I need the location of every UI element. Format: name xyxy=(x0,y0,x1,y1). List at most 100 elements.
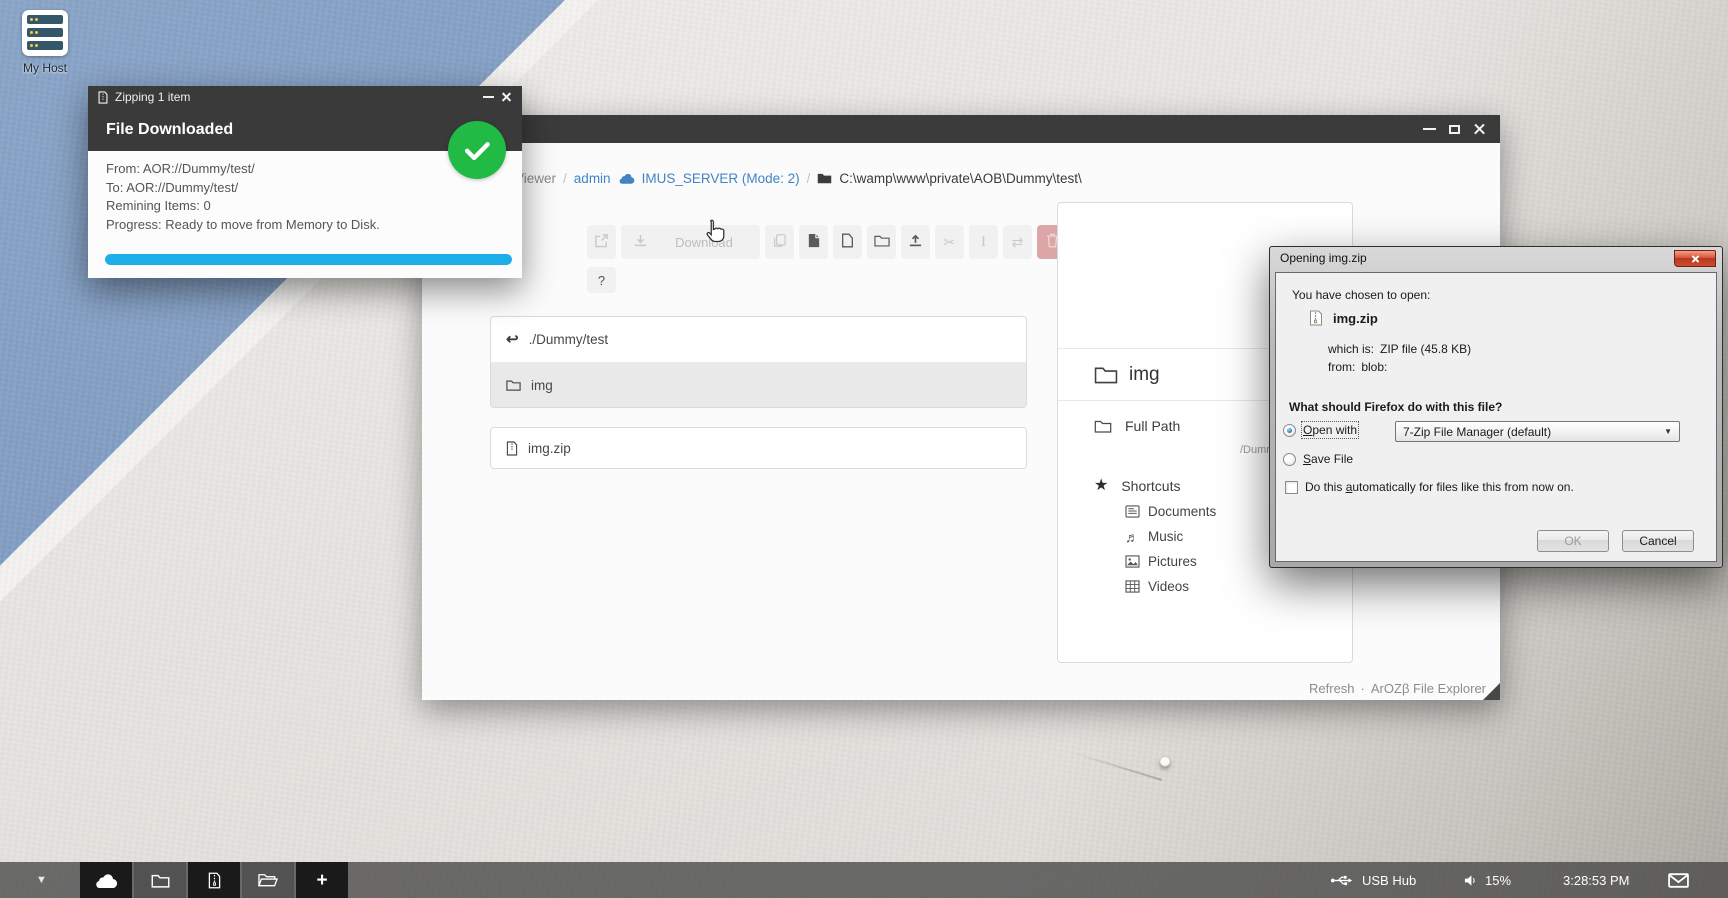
folder-icon xyxy=(817,172,832,184)
cut-button[interactable]: ✂ xyxy=(935,225,964,259)
taskbar-clock[interactable]: 3:28:53 PM xyxy=(1563,862,1630,898)
shortcut-label: Music xyxy=(1148,529,1183,544)
open-with-radio[interactable] xyxy=(1283,424,1296,437)
swap-button[interactable]: ⇄ xyxy=(1003,225,1032,259)
explorer-titlebar[interactable] xyxy=(422,115,1500,143)
paste-button[interactable] xyxy=(799,225,828,259)
filetype-label: which is: xyxy=(1328,342,1374,356)
help-button[interactable]: ? xyxy=(587,267,616,293)
desktop-icon-my-host[interactable]: My Host xyxy=(12,10,78,75)
list-item-parent-dir[interactable]: ↩ ./Dummy/test xyxy=(491,317,1026,362)
breadcrumb: Viewer / admin IMUS_SERVER (Mode: 2) / C… xyxy=(422,160,1500,196)
dialog-filetype-row: which is:ZIP file (45.8 KB) xyxy=(1328,342,1471,356)
folder-icon xyxy=(1094,365,1118,384)
close-icon[interactable] xyxy=(1674,250,1716,267)
taskbar-expand-button[interactable]: ▼ xyxy=(36,862,47,898)
taskbar-app-file-explorer[interactable] xyxy=(242,862,294,898)
documents-icon xyxy=(1124,505,1140,518)
taskbar-app-cloud[interactable] xyxy=(80,862,132,898)
maximize-icon[interactable] xyxy=(1449,125,1460,134)
do-automatically-row[interactable]: Do this automatically for files like thi… xyxy=(1285,480,1574,494)
chevron-down-icon: ▼ xyxy=(1664,427,1672,436)
text-cursor-icon: I xyxy=(981,234,986,251)
taskbar-app-folder[interactable] xyxy=(134,862,186,898)
taskbar-app-zip[interactable] xyxy=(188,862,240,898)
shortcut-label: Pictures xyxy=(1148,554,1197,569)
zip-remaining-line: Remining Items: 0 xyxy=(106,197,504,216)
resize-handle[interactable] xyxy=(1483,683,1500,700)
do-automatically-label: Do this automatically for files like thi… xyxy=(1305,480,1574,494)
source-value: blob: xyxy=(1361,360,1387,374)
taskbar: ▼ + USB Hub xyxy=(0,862,1728,898)
save-file-radio[interactable] xyxy=(1283,453,1296,466)
envelope-icon xyxy=(1668,873,1689,888)
file-list-zip: img.zip xyxy=(490,427,1027,469)
taskbar-app-add[interactable]: + xyxy=(296,862,348,898)
progress-bar-fill xyxy=(105,254,512,265)
application-select-value: 7-Zip File Manager (default) xyxy=(1403,425,1551,439)
new-file-icon xyxy=(841,233,854,251)
ok-button[interactable]: OK xyxy=(1537,530,1609,552)
do-automatically-checkbox[interactable] xyxy=(1285,481,1298,494)
external-link-icon xyxy=(594,233,609,251)
zip-window-titlebar[interactable]: Zipping 1 item xyxy=(88,86,522,108)
shortcut-label: Videos xyxy=(1148,579,1189,594)
list-item-img-zip[interactable]: img.zip xyxy=(491,428,1026,468)
minimize-icon[interactable] xyxy=(483,96,494,98)
dialog-intro: You have chosen to open: xyxy=(1292,288,1430,302)
download-button[interactable]: Download xyxy=(621,225,760,259)
rename-button[interactable]: I xyxy=(969,225,998,259)
close-icon[interactable] xyxy=(1473,123,1486,136)
new-file-button[interactable] xyxy=(833,225,862,259)
folder-icon xyxy=(506,379,521,391)
zip-file-icon xyxy=(1308,310,1324,326)
usb-icon xyxy=(1330,874,1354,887)
taskbar-mail[interactable] xyxy=(1668,862,1689,898)
zip-from-line: From: AOR://Dummy/test/ xyxy=(106,160,504,179)
copy-button[interactable] xyxy=(765,225,794,259)
file-name: ./Dummy/test xyxy=(529,332,609,347)
breadcrumb-path: C:\wamp\www\private\AOB\Dummy\test\ xyxy=(839,171,1081,186)
explorer-footer: Refresh·ArOZβ File Explorer xyxy=(1309,681,1486,696)
file-name: img xyxy=(531,378,553,393)
refresh-link[interactable]: Refresh xyxy=(1309,681,1355,696)
explorer-toolbar-row2: ? xyxy=(587,267,616,293)
download-icon xyxy=(633,233,648,251)
zip-file-icon xyxy=(208,872,221,889)
upload-button[interactable] xyxy=(901,225,930,259)
cancel-button[interactable]: Cancel xyxy=(1622,530,1694,552)
breadcrumb-separator: / xyxy=(807,171,811,186)
open-external-button[interactable] xyxy=(587,225,616,259)
file-list: ↩ ./Dummy/test img xyxy=(490,316,1027,408)
volume-label: 15% xyxy=(1485,873,1511,888)
application-select[interactable]: 7-Zip File Manager (default) ▼ xyxy=(1395,421,1680,442)
minimize-icon[interactable] xyxy=(1423,128,1436,130)
file-name: img.zip xyxy=(528,441,571,456)
shortcut-videos[interactable]: Videos xyxy=(1124,579,1352,594)
zip-file-icon xyxy=(506,441,518,456)
zip-progress-window: Zipping 1 item File Downloaded From: AOR… xyxy=(88,86,522,278)
breadcrumb-user-link[interactable]: admin xyxy=(574,171,611,186)
new-folder-button[interactable] xyxy=(867,225,896,259)
close-icon[interactable] xyxy=(501,92,512,103)
taskbar-apps: + xyxy=(80,862,348,898)
breadcrumb-separator: / xyxy=(563,171,567,186)
full-path-label: Full Path xyxy=(1125,418,1180,434)
taskbar-volume[interactable]: 15% xyxy=(1464,862,1511,898)
videos-icon xyxy=(1124,580,1140,593)
wall-nail xyxy=(1160,757,1170,767)
save-file-radio-row[interactable]: Save File xyxy=(1283,452,1353,466)
dialog-question: What should Firefox do with this file? xyxy=(1289,400,1502,414)
zip-file-icon xyxy=(98,91,108,104)
taskbar-usb[interactable]: USB Hub xyxy=(1330,862,1416,898)
back-arrow-icon: ↩ xyxy=(506,332,519,347)
scissors-icon: ✂ xyxy=(944,234,956,251)
paste-icon xyxy=(807,233,821,251)
breadcrumb-server-link[interactable]: IMUS_SERVER (Mode: 2) xyxy=(642,171,800,186)
shortcuts-label: Shortcuts xyxy=(1121,478,1180,494)
zip-window-title: Zipping 1 item xyxy=(115,90,476,104)
zip-to-line: To: AOR://Dummy/test/ xyxy=(106,179,504,198)
footer-separator: · xyxy=(1361,681,1365,696)
open-with-radio-row[interactable]: Open with xyxy=(1283,423,1357,437)
list-item-img-folder[interactable]: img xyxy=(491,362,1026,407)
